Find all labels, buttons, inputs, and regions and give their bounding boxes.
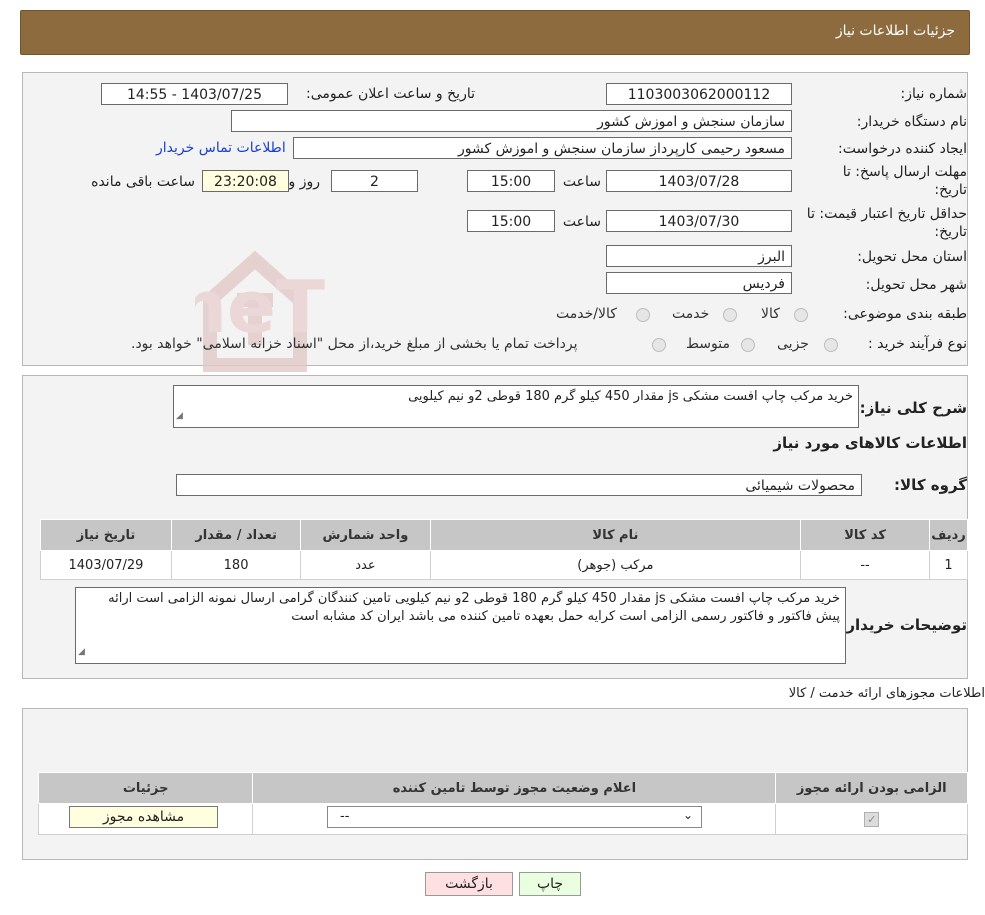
col-unit: واحد شمارش [300,519,431,551]
process-label: نوع فرآیند خرید : [868,336,967,352]
col-code: کد کالا [800,519,931,551]
deadline-time-label: ساعت [562,174,601,190]
validity-date-field: 1403/07/30 [606,210,792,232]
process-radio-minor[interactable] [824,338,838,352]
col-permit-details: جزئیات [37,772,254,804]
description-field: خرید مرکب چاپ افست مشکی js مقدار 450 کیل… [173,385,859,428]
cell-code: -- [800,550,931,580]
category-label: طبقه بندی موضوعی: [843,306,967,322]
process-option-minor: جزیی [777,336,809,352]
city-label: شهر محل تحویل: [865,277,967,293]
buyer-org-label: نام دستگاه خریدار: [856,114,967,130]
need-number-field: 1103003062000112 [606,83,792,105]
requester-field: مسعود رحیمی کارپرداز سازمان سنجش و اموزش… [293,137,792,159]
col-permit-status: اعلام وضعیت مجوز توسط تامین کننده [252,772,777,804]
category-option-goods: کالا [761,306,780,322]
goods-table: ردیف کد کالا نام کالا واحد شمارش تعداد /… [40,519,968,580]
deadline-time-field: 15:00 [467,170,555,192]
resize-grip-icon[interactable]: ◢ [176,407,183,425]
need-number-label: شماره نیاز: [900,86,968,102]
permits-table-header: الزامی بودن ارائه مجوز اعلام وضعیت مجوز … [37,772,968,804]
cell-unit: عدد [300,550,431,580]
col-permit-required: الزامی بودن ارائه مجوز [775,772,968,804]
validity-label: حداقل تاریخ اعتبار قیمت: تا [806,206,967,222]
days-field: 2 [331,170,418,192]
goods-info-title: اطلاعات کالاهای مورد نیاز [773,434,967,452]
view-permit-button[interactable]: مشاهده مجوز [69,806,218,828]
description-text: خرید مرکب چاپ افست مشکی js مقدار 450 کیل… [408,389,853,404]
back-button[interactable]: بازگشت [425,872,513,896]
cell-row: 1 [929,550,968,580]
deadline-label: مهلت ارسال پاسخ: تا [842,164,967,180]
deadline-label-date: تاریخ: [934,182,967,198]
permit-status-value: -- [340,809,350,824]
resize-grip-icon[interactable]: ◢ [78,643,85,661]
validity-label-date: تاریخ: [934,224,967,240]
buyer-notes-field: خرید مرکب چاپ افست مشکی js مقدار 450 کیل… [75,587,846,664]
validity-time-label: ساعت [562,214,601,230]
permit-status-select[interactable]: -- ⌄ [327,806,702,828]
goods-group-label: گروه کالا: [894,476,967,494]
chevron-down-icon: ⌄ [682,808,693,822]
category-radio-service[interactable] [723,308,737,322]
cell-qty: 180 [170,550,302,580]
category-radio-goods[interactable] [794,308,808,322]
province-label: استان محل تحویل: [857,249,967,265]
buyer-notes-text: خرید مرکب چاپ افست مشکی js مقدار 450 کیل… [108,591,840,624]
cell-name: مرکب (جوهر) [429,550,802,580]
goods-group-field: محصولات شیمیائی [176,474,862,496]
remaining-label: ساعت باقی مانده [91,174,195,190]
city-field: فردیس [606,272,792,294]
process-option-medium: متوسط [686,336,730,352]
remaining-time-field: 23:20:08 [202,170,289,192]
deadline-date-field: 1403/07/28 [606,170,792,192]
col-qty: تعداد / مقدار [170,519,302,551]
process-radio-note[interactable] [652,338,666,352]
province-field: البرز [606,245,792,267]
goods-table-header: ردیف کد کالا نام کالا واحد شمارش تعداد /… [40,519,968,551]
announce-label: تاریخ و ساعت اعلان عمومی: [306,86,475,102]
cell-date: 1403/07/29 [40,550,172,580]
process-note: پرداخت تمام یا بخشی از مبلغ خرید،از محل … [131,336,578,352]
announce-field: 1403/07/25 - 14:55 [101,83,288,105]
buyer-org-field: سازمان سنجش و اموزش کشور [231,110,792,132]
category-radio-goods-service[interactable] [636,308,650,322]
col-name: نام کالا [429,519,802,551]
description-label: شرح کلی نیاز: [859,399,967,417]
page-title: جزئیات اطلاعات نیاز [835,23,955,39]
days-label: روز و [288,174,321,190]
page-header: جزئیات اطلاعات نیاز [20,10,970,55]
category-option-goods-service: کالا/خدمت [556,306,617,322]
permit-required-checkbox: ✓ [864,811,880,827]
permits-title: اطلاعات مجوزهای ارائه خدمت / کالا [788,686,985,701]
print-button[interactable]: چاپ [519,872,581,896]
table-row: 1 -- مرکب (جوهر) عدد 180 1403/07/29 [40,550,968,580]
validity-time-field: 15:00 [467,210,555,232]
requester-label: ایجاد کننده درخواست: [838,141,967,157]
col-row: ردیف [929,519,968,551]
buyer-notes-label: توضیحات خریدار: [840,616,967,634]
cell-permit-required: ✓ [775,803,968,835]
category-option-service: خدمت [672,306,710,322]
col-date: تاریخ نیاز [40,519,172,551]
process-radio-medium[interactable] [741,338,755,352]
buyer-contact-link[interactable]: اطلاعات تماس خریدار [156,140,286,156]
